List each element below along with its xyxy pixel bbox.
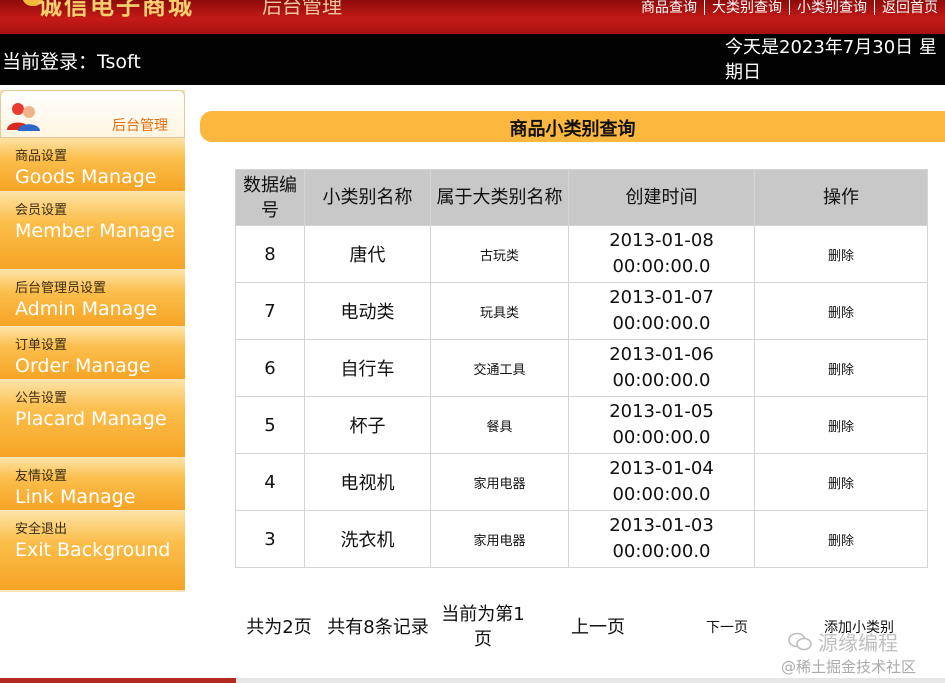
table-row: 7 电动类 玩具类 2013-01-07 00:00:00.0 删除: [235, 282, 928, 340]
menu-exit-background[interactable]: 安全退出 Exit Background: [0, 511, 185, 591]
login-bar: 当前登录：Tsoft 今天是2023年7月30日 星期日: [0, 34, 945, 85]
next-page-link[interactable]: 下一页: [663, 617, 791, 637]
top-banner: 诚信电子商城 后台管理 商品查询 大类别查询 小类别查询 返回首页: [0, 0, 945, 34]
menu-label-en: Link Manage: [15, 486, 136, 508]
site-logo-subtitle: 后台管理: [262, 0, 342, 18]
cell-name: 洗衣机: [304, 510, 431, 568]
current-user: 当前登录：Tsoft: [2, 51, 141, 73]
footer-divider: [0, 678, 945, 683]
cell-created: 2013-01-04 00:00:00.0: [568, 453, 755, 511]
menu-label-en: Exit Background: [15, 539, 171, 561]
menu-label-cn: 安全退出: [15, 522, 68, 537]
cell-id: 5: [235, 396, 305, 454]
menu-link-manage[interactable]: 友情设置 Link Manage: [0, 458, 185, 511]
sidebar-header: 后台管理: [0, 90, 185, 138]
page-title-bar: 商品小类别查询: [200, 111, 945, 142]
subcategory-table: 数据编号 小类别名称 属于大类别名称 创建时间 操作 8 唐代 古玩类 2013…: [235, 169, 928, 568]
table-row: 8 唐代 古玩类 2013-01-08 00:00:00.0 删除: [235, 225, 928, 283]
table-header-row: 数据编号 小类别名称 属于大类别名称 创建时间 操作: [235, 169, 928, 226]
col-header-action: 操作: [754, 169, 928, 226]
menu-label-cn: 会员设置: [15, 203, 68, 218]
nav-goods-query[interactable]: 商品查询: [634, 0, 704, 17]
cell-name: 杯子: [304, 396, 431, 454]
menu-label-cn: 订单设置: [15, 338, 68, 353]
menu-label-en: Order Manage: [15, 355, 151, 377]
cell-category: 玩具类: [430, 282, 569, 340]
page-title: 商品小类别查询: [509, 119, 636, 140]
cell-id: 8: [235, 225, 305, 283]
cell-category: 家用电器: [430, 453, 569, 511]
menu-label-cn: 商品设置: [15, 149, 68, 164]
delete-link[interactable]: 删除: [828, 534, 854, 549]
menu-label-cn: 公告设置: [15, 391, 68, 406]
delete-link[interactable]: 删除: [828, 249, 854, 264]
cell-created: 2013-01-06 00:00:00.0: [568, 339, 755, 397]
cell-id: 6: [235, 339, 305, 397]
col-header-name: 小类别名称: [304, 169, 431, 226]
menu-label-en: Placard Manage: [15, 408, 167, 430]
menu-member-manage[interactable]: 会员设置 Member Manage: [0, 192, 185, 270]
menu-label-cn: 后台管理员设置: [15, 281, 107, 296]
delete-link[interactable]: 删除: [828, 477, 854, 492]
cell-category: 交通工具: [430, 339, 569, 397]
cell-created: 2013-01-08 00:00:00.0: [568, 225, 755, 283]
cell-action: 删除: [754, 339, 928, 397]
col-header-id: 数据编号: [235, 169, 305, 226]
sidebar: 后台管理 商品设置 Goods Manage 会员设置 Member Manag…: [0, 90, 185, 592]
cell-category: 家用电器: [430, 510, 569, 568]
table-row: 6 自行车 交通工具 2013-01-06 00:00:00.0 删除: [235, 339, 928, 397]
nav-subcategory-query[interactable]: 小类别查询: [790, 0, 874, 17]
cell-created: 2013-01-07 00:00:00.0: [568, 282, 755, 340]
total-records: 共有8条记录: [327, 616, 429, 638]
cell-action: 删除: [754, 453, 928, 511]
menu-label-en: Member Manage: [15, 220, 175, 242]
cell-name: 电视机: [304, 453, 431, 511]
menu-goods-manage[interactable]: 商品设置 Goods Manage: [0, 138, 185, 192]
current-page: 当前为第1页: [441, 604, 525, 650]
menu-placard-manage[interactable]: 公告设置 Placard Manage: [0, 380, 185, 458]
nav-category-query[interactable]: 大类别查询: [705, 0, 789, 17]
cell-action: 删除: [754, 282, 928, 340]
total-pages: 共为2页: [246, 616, 312, 638]
menu-label-cn: 友情设置: [15, 469, 68, 484]
nav-home[interactable]: 返回首页: [875, 0, 945, 17]
cell-name: 自行车: [304, 339, 431, 397]
watermark-brand: 源缘编程: [788, 627, 898, 656]
cell-name: 唐代: [304, 225, 431, 283]
watermark-community: @稀土掘金技术社区: [781, 658, 917, 676]
current-date: 今天是2023年7月30日 星期日: [725, 37, 937, 83]
delete-link[interactable]: 删除: [828, 363, 854, 378]
cell-created: 2013-01-03 00:00:00.0: [568, 510, 755, 568]
wechat-icon: [788, 632, 812, 650]
cell-category: 餐具: [430, 396, 569, 454]
prev-page-link[interactable]: 上一页: [533, 615, 663, 640]
menu-label-en: Goods Manage: [15, 166, 157, 188]
site-logo: 诚信电子商城: [38, 0, 194, 20]
watermark-brand-text: 源缘编程: [818, 631, 898, 655]
cell-name: 电动类: [304, 282, 431, 340]
table-row: 4 电视机 家用电器 2013-01-04 00:00:00.0 删除: [235, 453, 928, 511]
users-icon: [7, 103, 40, 131]
menu-admin-manage[interactable]: 后台管理员设置 Admin Manage: [0, 270, 185, 327]
sidebar-title: 后台管理: [112, 118, 168, 134]
cell-action: 删除: [754, 225, 928, 283]
table-row: 3 洗衣机 家用电器 2013-01-03 00:00:00.0 删除: [235, 510, 928, 568]
table-row: 5 杯子 餐具 2013-01-05 00:00:00.0 删除: [235, 396, 928, 454]
cell-id: 3: [235, 510, 305, 568]
top-nav: 商品查询 大类别查询 小类别查询 返回首页: [634, 0, 945, 17]
delete-link[interactable]: 删除: [828, 420, 854, 435]
cell-id: 7: [235, 282, 305, 340]
delete-link[interactable]: 删除: [828, 306, 854, 321]
cell-id: 4: [235, 453, 305, 511]
menu-order-manage[interactable]: 订单设置 Order Manage: [0, 327, 185, 380]
menu-label-en: Admin Manage: [15, 298, 158, 320]
cell-action: 删除: [754, 396, 928, 454]
col-header-category: 属于大类别名称: [430, 169, 569, 226]
cell-created: 2013-01-05 00:00:00.0: [568, 396, 755, 454]
cell-category: 古玩类: [430, 225, 569, 283]
col-header-created: 创建时间: [568, 169, 755, 226]
cell-action: 删除: [754, 510, 928, 568]
